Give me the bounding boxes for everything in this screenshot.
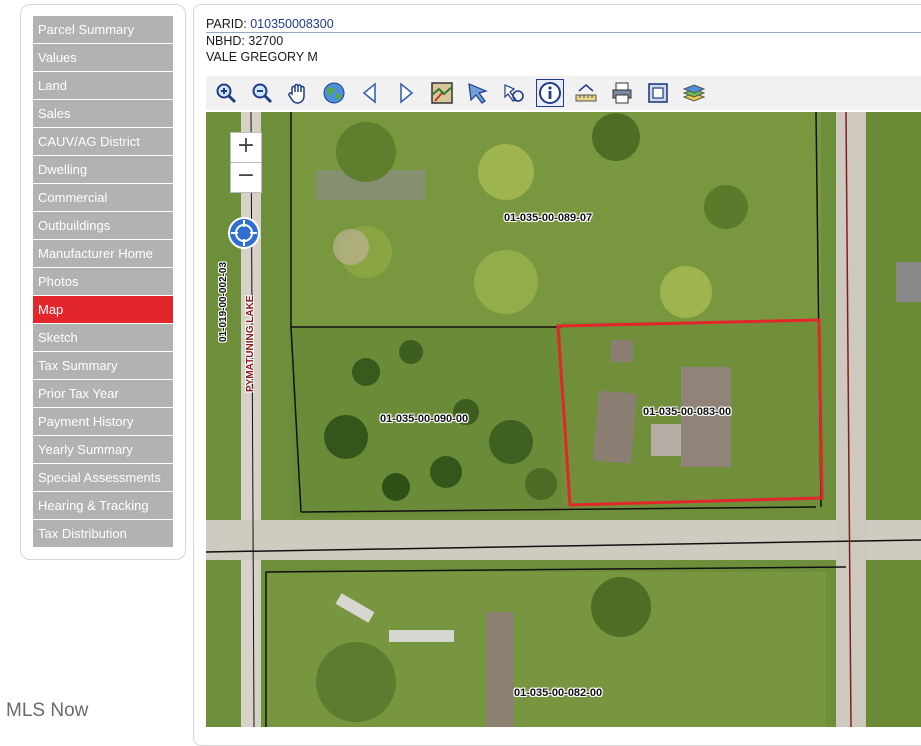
sidebar-item-parcel-summary[interactable]: Parcel Summary xyxy=(33,16,173,43)
full-extent-tool[interactable] xyxy=(644,79,672,107)
nbhd-value: 32700 xyxy=(248,33,284,48)
sidebar-item-dwelling[interactable]: Dwelling xyxy=(33,156,173,183)
map-zoom-in-button[interactable]: + xyxy=(230,132,262,163)
sidebar-item-cauv-ag-district[interactable]: CAUV/AG District xyxy=(33,128,173,155)
sidebar-item-land[interactable]: Land xyxy=(33,72,173,99)
sidebar-item-tax-distribution[interactable]: Tax Distribution xyxy=(33,520,173,547)
sidebar-item-outbuildings[interactable]: Outbuildings xyxy=(33,212,173,239)
parid-label: PARID: xyxy=(206,17,247,31)
sidebar-item-sketch[interactable]: Sketch xyxy=(33,324,173,351)
select-shape-tool[interactable] xyxy=(500,79,528,107)
previous-extent-icon xyxy=(362,82,376,104)
crosshair-icon xyxy=(228,217,260,249)
sidebar-item-values[interactable]: Values xyxy=(33,44,173,71)
select-tool[interactable] xyxy=(464,79,492,107)
parid-value[interactable]: 010350008300 xyxy=(250,17,333,31)
nbhd-line: NBHD: 32700 xyxy=(206,33,334,50)
map-zoom-out-button[interactable]: − xyxy=(230,162,262,193)
parid-line: PARID: 010350008300 xyxy=(206,16,334,33)
zoom-out-tool[interactable] xyxy=(248,79,276,107)
watermark: MLS Now xyxy=(6,700,89,721)
parcel-info: PARID: 010350008300 NBHD: 32700 VALE GRE… xyxy=(206,16,334,66)
parcel-label-selected[interactable]: 01-035-00-083-00 xyxy=(643,406,731,418)
sidebar-item-commercial[interactable]: Commercial xyxy=(33,184,173,211)
sidebar-item-special-assessments[interactable]: Special Assessments xyxy=(33,464,173,491)
globe-tool[interactable] xyxy=(320,79,348,107)
map-identify-icon xyxy=(431,82,453,104)
info-divider xyxy=(206,32,921,33)
select-shape-icon xyxy=(504,84,524,102)
sidebar-item-tax-summary[interactable]: Tax Summary xyxy=(33,352,173,379)
sidebar-nav: Parcel Summary Values Land Sales CAUV/AG… xyxy=(33,16,173,548)
pan-hand-icon xyxy=(288,83,305,104)
sidebar-item-manufacturer-home[interactable]: Manufacturer Home xyxy=(33,240,173,267)
zoom-in-icon xyxy=(216,83,237,104)
next-extent-tool[interactable] xyxy=(392,79,420,107)
nbhd-label: NBHD: xyxy=(206,33,245,48)
previous-extent-tool[interactable] xyxy=(356,79,384,107)
print-icon xyxy=(612,82,632,104)
sidebar-item-yearly-summary[interactable]: Yearly Summary xyxy=(33,436,173,463)
select-arrow-icon xyxy=(468,83,488,104)
road-parcel-label: 01-019-00-002-03 xyxy=(218,261,229,342)
globe-icon xyxy=(323,82,345,104)
info-tool[interactable] xyxy=(536,79,564,107)
road-name-label: PYMATUNING LAKE xyxy=(245,295,256,392)
layers-icon xyxy=(682,84,706,102)
aerial-imagery xyxy=(206,112,921,727)
layers-tool[interactable] xyxy=(680,79,708,107)
pan-tool[interactable] xyxy=(284,79,312,107)
sidebar-panel: Parcel Summary Values Land Sales CAUV/AG… xyxy=(20,4,186,560)
road-horizontal xyxy=(206,520,921,560)
map-view[interactable]: + − 01-035-00-089-07 01-035-00-090-00 01… xyxy=(206,112,921,727)
next-extent-icon xyxy=(400,82,414,104)
map-identify-tool[interactable] xyxy=(428,79,456,107)
sidebar-item-sales[interactable]: Sales xyxy=(33,100,173,127)
owner-name: VALE GREGORY M xyxy=(206,50,318,64)
parcel-label[interactable]: 01-035-00-090-00 xyxy=(380,413,468,425)
zoom-in-tool[interactable] xyxy=(212,79,240,107)
sidebar-item-hearing-tracking[interactable]: Hearing & Tracking xyxy=(33,492,173,519)
sidebar-item-prior-tax-year[interactable]: Prior Tax Year xyxy=(33,380,173,407)
locate-button[interactable] xyxy=(227,216,261,250)
parcel-label[interactable]: 01-035-00-089-07 xyxy=(504,212,592,224)
full-extent-icon xyxy=(648,83,668,103)
parcel-label[interactable]: 01-035-00-082-00 xyxy=(514,687,602,699)
measure-icon xyxy=(575,84,597,102)
measure-tool[interactable] xyxy=(572,79,600,107)
sidebar-item-payment-history[interactable]: Payment History xyxy=(33,408,173,435)
info-icon xyxy=(539,82,561,104)
zoom-out-icon xyxy=(252,83,273,104)
print-tool[interactable] xyxy=(608,79,636,107)
sidebar-item-photos[interactable]: Photos xyxy=(33,268,173,295)
map-toolbar xyxy=(206,76,921,110)
sidebar-item-map[interactable]: Map xyxy=(33,296,173,323)
